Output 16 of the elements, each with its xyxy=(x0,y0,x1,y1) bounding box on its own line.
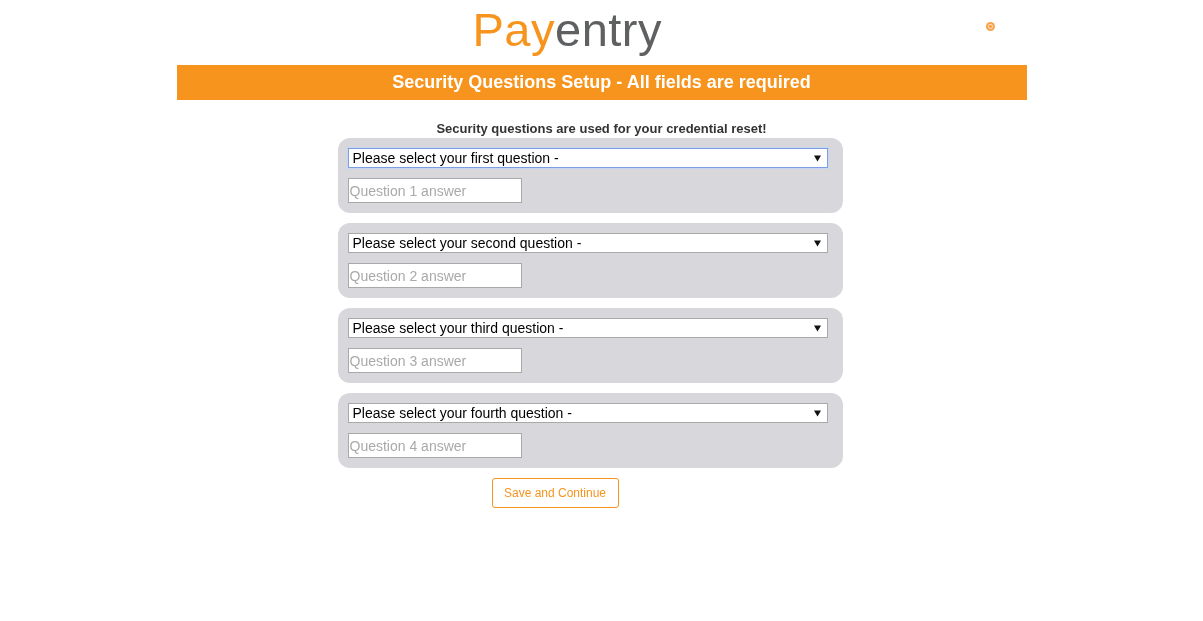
question-select[interactable]: Please select your second question - xyxy=(347,233,828,253)
caret-icon xyxy=(813,239,821,247)
question-select[interactable]: Please select your third question - xyxy=(347,318,828,338)
caret-icon xyxy=(813,324,821,332)
intro-text: Security questions are used for your credential reset! xyxy=(435,120,768,138)
ring-icon xyxy=(985,22,995,31)
caret-icon xyxy=(813,154,821,162)
answer-field[interactable]: Question 4 answer xyxy=(347,433,522,458)
question-select[interactable]: Please select your fourth question - xyxy=(347,403,828,423)
answer-field[interactable]: Question 3 answer xyxy=(347,348,522,373)
question-select[interactable]: Please select your first question - xyxy=(347,148,828,168)
caret-icon xyxy=(813,409,821,417)
payentry-logo: Payentry xyxy=(472,2,662,58)
page-title: Security Questions Setup - All fields are required xyxy=(392,72,811,93)
answer-field[interactable]: Question 2 answer xyxy=(347,263,522,288)
answer-field[interactable]: Question 1 answer xyxy=(347,178,522,203)
